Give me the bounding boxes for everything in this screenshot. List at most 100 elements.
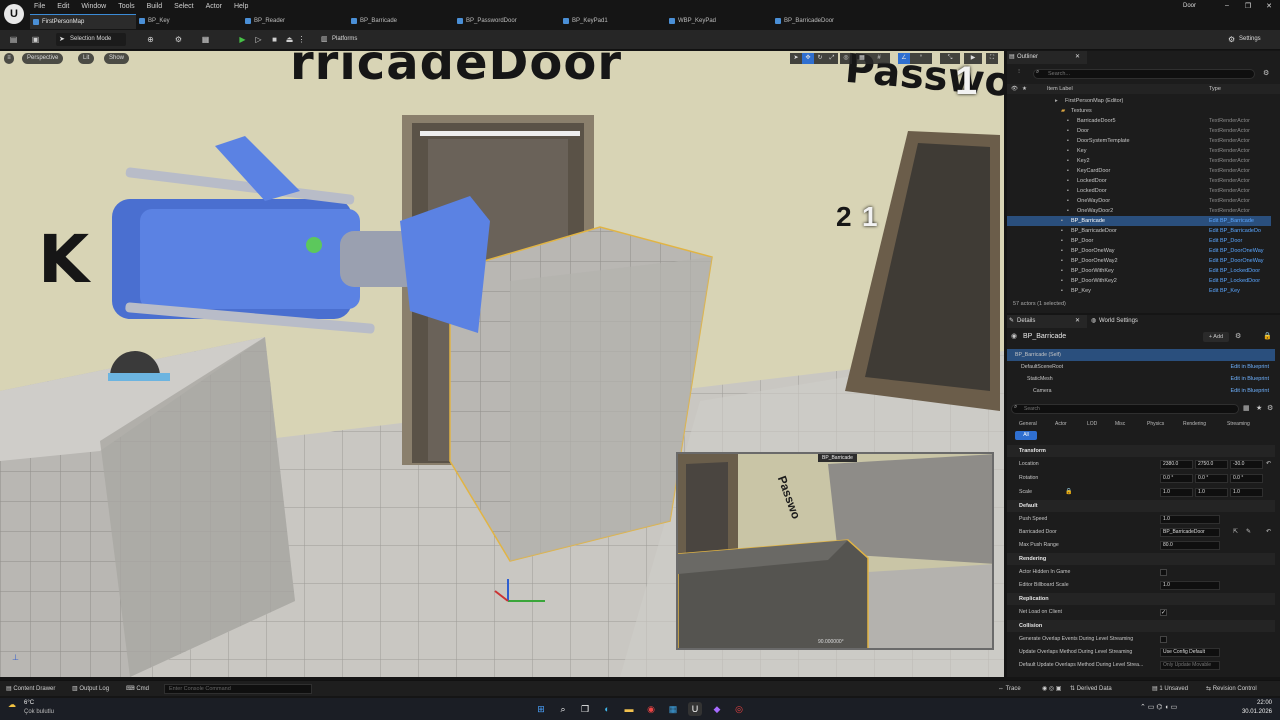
task-view-icon[interactable]: ❐ bbox=[578, 702, 592, 716]
outliner-tab[interactable]: ▤ Outliner ✕ bbox=[1007, 51, 1087, 64]
scale-x-field[interactable]: 1.0 bbox=[1160, 488, 1193, 497]
edge-icon[interactable]: ◐ bbox=[600, 702, 614, 716]
component-row[interactable]: BP_Barricade (Self) bbox=[1007, 349, 1275, 361]
step-icon[interactable]: ▷ bbox=[253, 34, 264, 45]
menu-window[interactable]: Window bbox=[77, 0, 114, 12]
surface-snap-icon[interactable]: ▦ bbox=[856, 53, 868, 64]
transform-section[interactable]: Transform bbox=[1007, 445, 1275, 457]
editor-billboard-field[interactable]: 1.0 bbox=[1160, 581, 1220, 590]
replication-section[interactable]: Replication bbox=[1007, 593, 1275, 605]
clock-time[interactable]: 22:00 bbox=[1228, 700, 1272, 706]
location-x-field[interactable]: 2380.0 bbox=[1160, 460, 1193, 469]
category-tab-physics[interactable]: Physics bbox=[1147, 419, 1164, 429]
outliner-row[interactable]: ▪ BP_DoorOneWay2 Edit BP_DoorOneWay bbox=[1007, 256, 1271, 266]
unsaved-button[interactable]: ▤ 1 Unsaved bbox=[1152, 684, 1188, 694]
perspective-button[interactable]: Perspective bbox=[22, 53, 64, 64]
console-input[interactable]: Enter Console Command bbox=[164, 684, 312, 694]
lit-button[interactable]: Lit bbox=[78, 53, 95, 64]
camera-speed-icon[interactable]: ▶ bbox=[964, 53, 982, 64]
edit-blueprint-link[interactable]: Edit BP_Key bbox=[1209, 286, 1240, 296]
translate-tool-icon[interactable]: ✥ bbox=[802, 53, 814, 64]
barricaded-door-select[interactable]: BP_BarricadeDoor bbox=[1160, 528, 1220, 537]
select-tool-icon[interactable]: ➤ bbox=[790, 53, 802, 64]
update-overlaps-select[interactable]: Use Config Default bbox=[1160, 648, 1220, 657]
outliner-row[interactable]: ▪ BP_Barricade Edit BP_Barricade bbox=[1007, 216, 1271, 226]
details-settings-icon[interactable]: ⚙ bbox=[1267, 404, 1273, 412]
unreal-taskbar-icon[interactable]: U bbox=[688, 702, 702, 716]
maximize-viewport-icon[interactable]: ⛶ bbox=[986, 53, 998, 64]
outliner-settings-icon[interactable]: ⚙ bbox=[1263, 69, 1269, 77]
outliner-row[interactable]: ▪ OneWayDoor TextRenderActor bbox=[1007, 196, 1271, 206]
scale-y-field[interactable]: 1.0 bbox=[1195, 488, 1228, 497]
content-drawer-button[interactable]: ▤ Content Drawer bbox=[6, 684, 55, 694]
rotation-snap-icon[interactable]: ∠ bbox=[898, 53, 910, 64]
recorder-icon[interactable]: ◎ bbox=[732, 702, 746, 716]
weather-desc[interactable]: Çok bulutlu bbox=[24, 709, 54, 715]
unreal-logo-icon[interactable]: U bbox=[4, 4, 24, 24]
favorite-icon[interactable]: ★ bbox=[1256, 404, 1262, 412]
menu-actor[interactable]: Actor bbox=[202, 0, 230, 12]
grid-snap-icon[interactable]: # bbox=[868, 53, 890, 64]
outliner-row[interactable]: ▪ BP_Door Edit BP_Door bbox=[1007, 236, 1271, 246]
reset-door-icon[interactable]: ↶ bbox=[1266, 526, 1271, 539]
close-window-button[interactable]: ✕ bbox=[1262, 2, 1276, 10]
selection-mode-dropdown[interactable]: ➤ Selection Mode bbox=[56, 33, 126, 46]
outliner-row[interactable]: ▪ KeyCardDoor TextRenderActor bbox=[1007, 166, 1271, 176]
rendering-section[interactable]: Rendering bbox=[1007, 553, 1275, 565]
add-component-button[interactable]: + Add bbox=[1203, 332, 1229, 342]
scale-tool-icon[interactable]: ⤢ bbox=[826, 53, 838, 64]
outliner-row[interactable]: ▪ LockedDoor TextRenderActor bbox=[1007, 176, 1271, 186]
record-icon[interactable]: ◉ ◎ ▣ bbox=[1042, 684, 1061, 694]
location-z-field[interactable]: -30.0 bbox=[1230, 460, 1263, 469]
outliner-row[interactable]: ▪ BarricadeDoor5 TextRenderActor bbox=[1007, 116, 1271, 126]
edit-blueprint-link[interactable]: Edit BP_Door bbox=[1209, 236, 1242, 246]
filter-icon[interactable]: ⫶ bbox=[1011, 69, 1027, 79]
content-browser-icon[interactable]: ▣ bbox=[30, 34, 41, 45]
rotation-snap-value[interactable]: ° bbox=[910, 53, 932, 64]
outliner-row[interactable]: ▪ DoorSystemTemplate TextRenderActor bbox=[1007, 136, 1271, 146]
rotation-x-field[interactable]: 0.0 ° bbox=[1160, 474, 1193, 483]
cmd-dropdown[interactable]: ⌨ Cmd bbox=[126, 684, 149, 694]
save-icon[interactable]: ▤ bbox=[8, 34, 19, 45]
tab-bp-reader[interactable]: BP_Reader bbox=[242, 14, 348, 29]
lock-icon[interactable]: 🔒 bbox=[1263, 332, 1272, 340]
settings-button[interactable]: ⚙ Settings bbox=[1228, 33, 1276, 46]
world-settings-tab[interactable]: ◍ World Settings bbox=[1089, 315, 1169, 328]
play-icon[interactable]: ▶ bbox=[237, 34, 248, 45]
edit-in-blueprint-link[interactable]: Edit in Blueprint bbox=[1230, 361, 1269, 373]
tab-bp-barricadedoor[interactable]: BP_BarricadeDoor bbox=[772, 14, 878, 29]
blueprint-icon[interactable]: ⚙ bbox=[173, 34, 184, 45]
category-tab-streaming[interactable]: Streaming bbox=[1227, 419, 1250, 429]
grid-view-icon[interactable]: ▦ bbox=[1243, 404, 1250, 412]
menu-select[interactable]: Select bbox=[170, 0, 201, 12]
reset-location-icon[interactable]: ↶ bbox=[1266, 458, 1271, 471]
level-viewport[interactable]: rricadeDoor Passwo K 1 2 1 ≡ Perspective… bbox=[0, 51, 1004, 677]
scale-snap-icon[interactable]: ⤡ bbox=[940, 53, 960, 64]
file-explorer-icon[interactable]: ▬ bbox=[622, 702, 636, 716]
location-label[interactable]: Location bbox=[1019, 458, 1039, 471]
outliner-row[interactable]: ▪ BP_Key Edit BP_Key bbox=[1007, 286, 1271, 296]
edit-blueprint-link[interactable]: Edit BP_DoorOneWay bbox=[1209, 256, 1264, 266]
world-space-icon[interactable]: ◎ bbox=[840, 53, 852, 64]
edit-in-blueprint-link[interactable]: Edit in Blueprint bbox=[1230, 385, 1269, 397]
tab-bp-passworddoor[interactable]: BP_PasswordDoor bbox=[454, 14, 560, 29]
clock-date[interactable]: 30.01.2026 bbox=[1228, 709, 1272, 715]
category-tab-misc[interactable]: Misc bbox=[1115, 419, 1125, 429]
outliner-row[interactable]: ▪ BP_DoorWithKey2 Edit BP_LockedDoor bbox=[1007, 276, 1271, 286]
more-options-icon[interactable]: ⋮ bbox=[296, 34, 307, 45]
net-load-checkbox[interactable]: ✓ bbox=[1160, 609, 1167, 616]
category-tab-general[interactable]: General bbox=[1019, 419, 1037, 429]
details-search-input[interactable]: Search bbox=[1011, 404, 1239, 414]
category-tab-lod[interactable]: LOD bbox=[1087, 419, 1097, 429]
outliner-row[interactable]: ▪ BP_DoorWithKey Edit BP_LockedDoor bbox=[1007, 266, 1271, 276]
outliner-row[interactable]: ▪ BP_DoorOneWay Edit BP_DoorOneWay bbox=[1007, 246, 1271, 256]
cinematics-icon[interactable]: ▦ bbox=[200, 34, 211, 45]
tab-wbp-keypad[interactable]: WBP_KeyPad bbox=[666, 14, 772, 29]
push-speed-field[interactable]: 1.0 bbox=[1160, 515, 1220, 524]
visual-studio-icon[interactable]: ◆ bbox=[710, 702, 724, 716]
derived-data-button[interactable]: ⇅ Derived Data bbox=[1070, 684, 1112, 694]
chrome-icon[interactable]: ◉ bbox=[644, 702, 658, 716]
tab-bp-key[interactable]: BP_Key bbox=[136, 14, 242, 29]
add-actor-icon[interactable]: ⊕ bbox=[145, 34, 156, 45]
close-details-tab-icon[interactable]: ✕ bbox=[1075, 315, 1080, 328]
